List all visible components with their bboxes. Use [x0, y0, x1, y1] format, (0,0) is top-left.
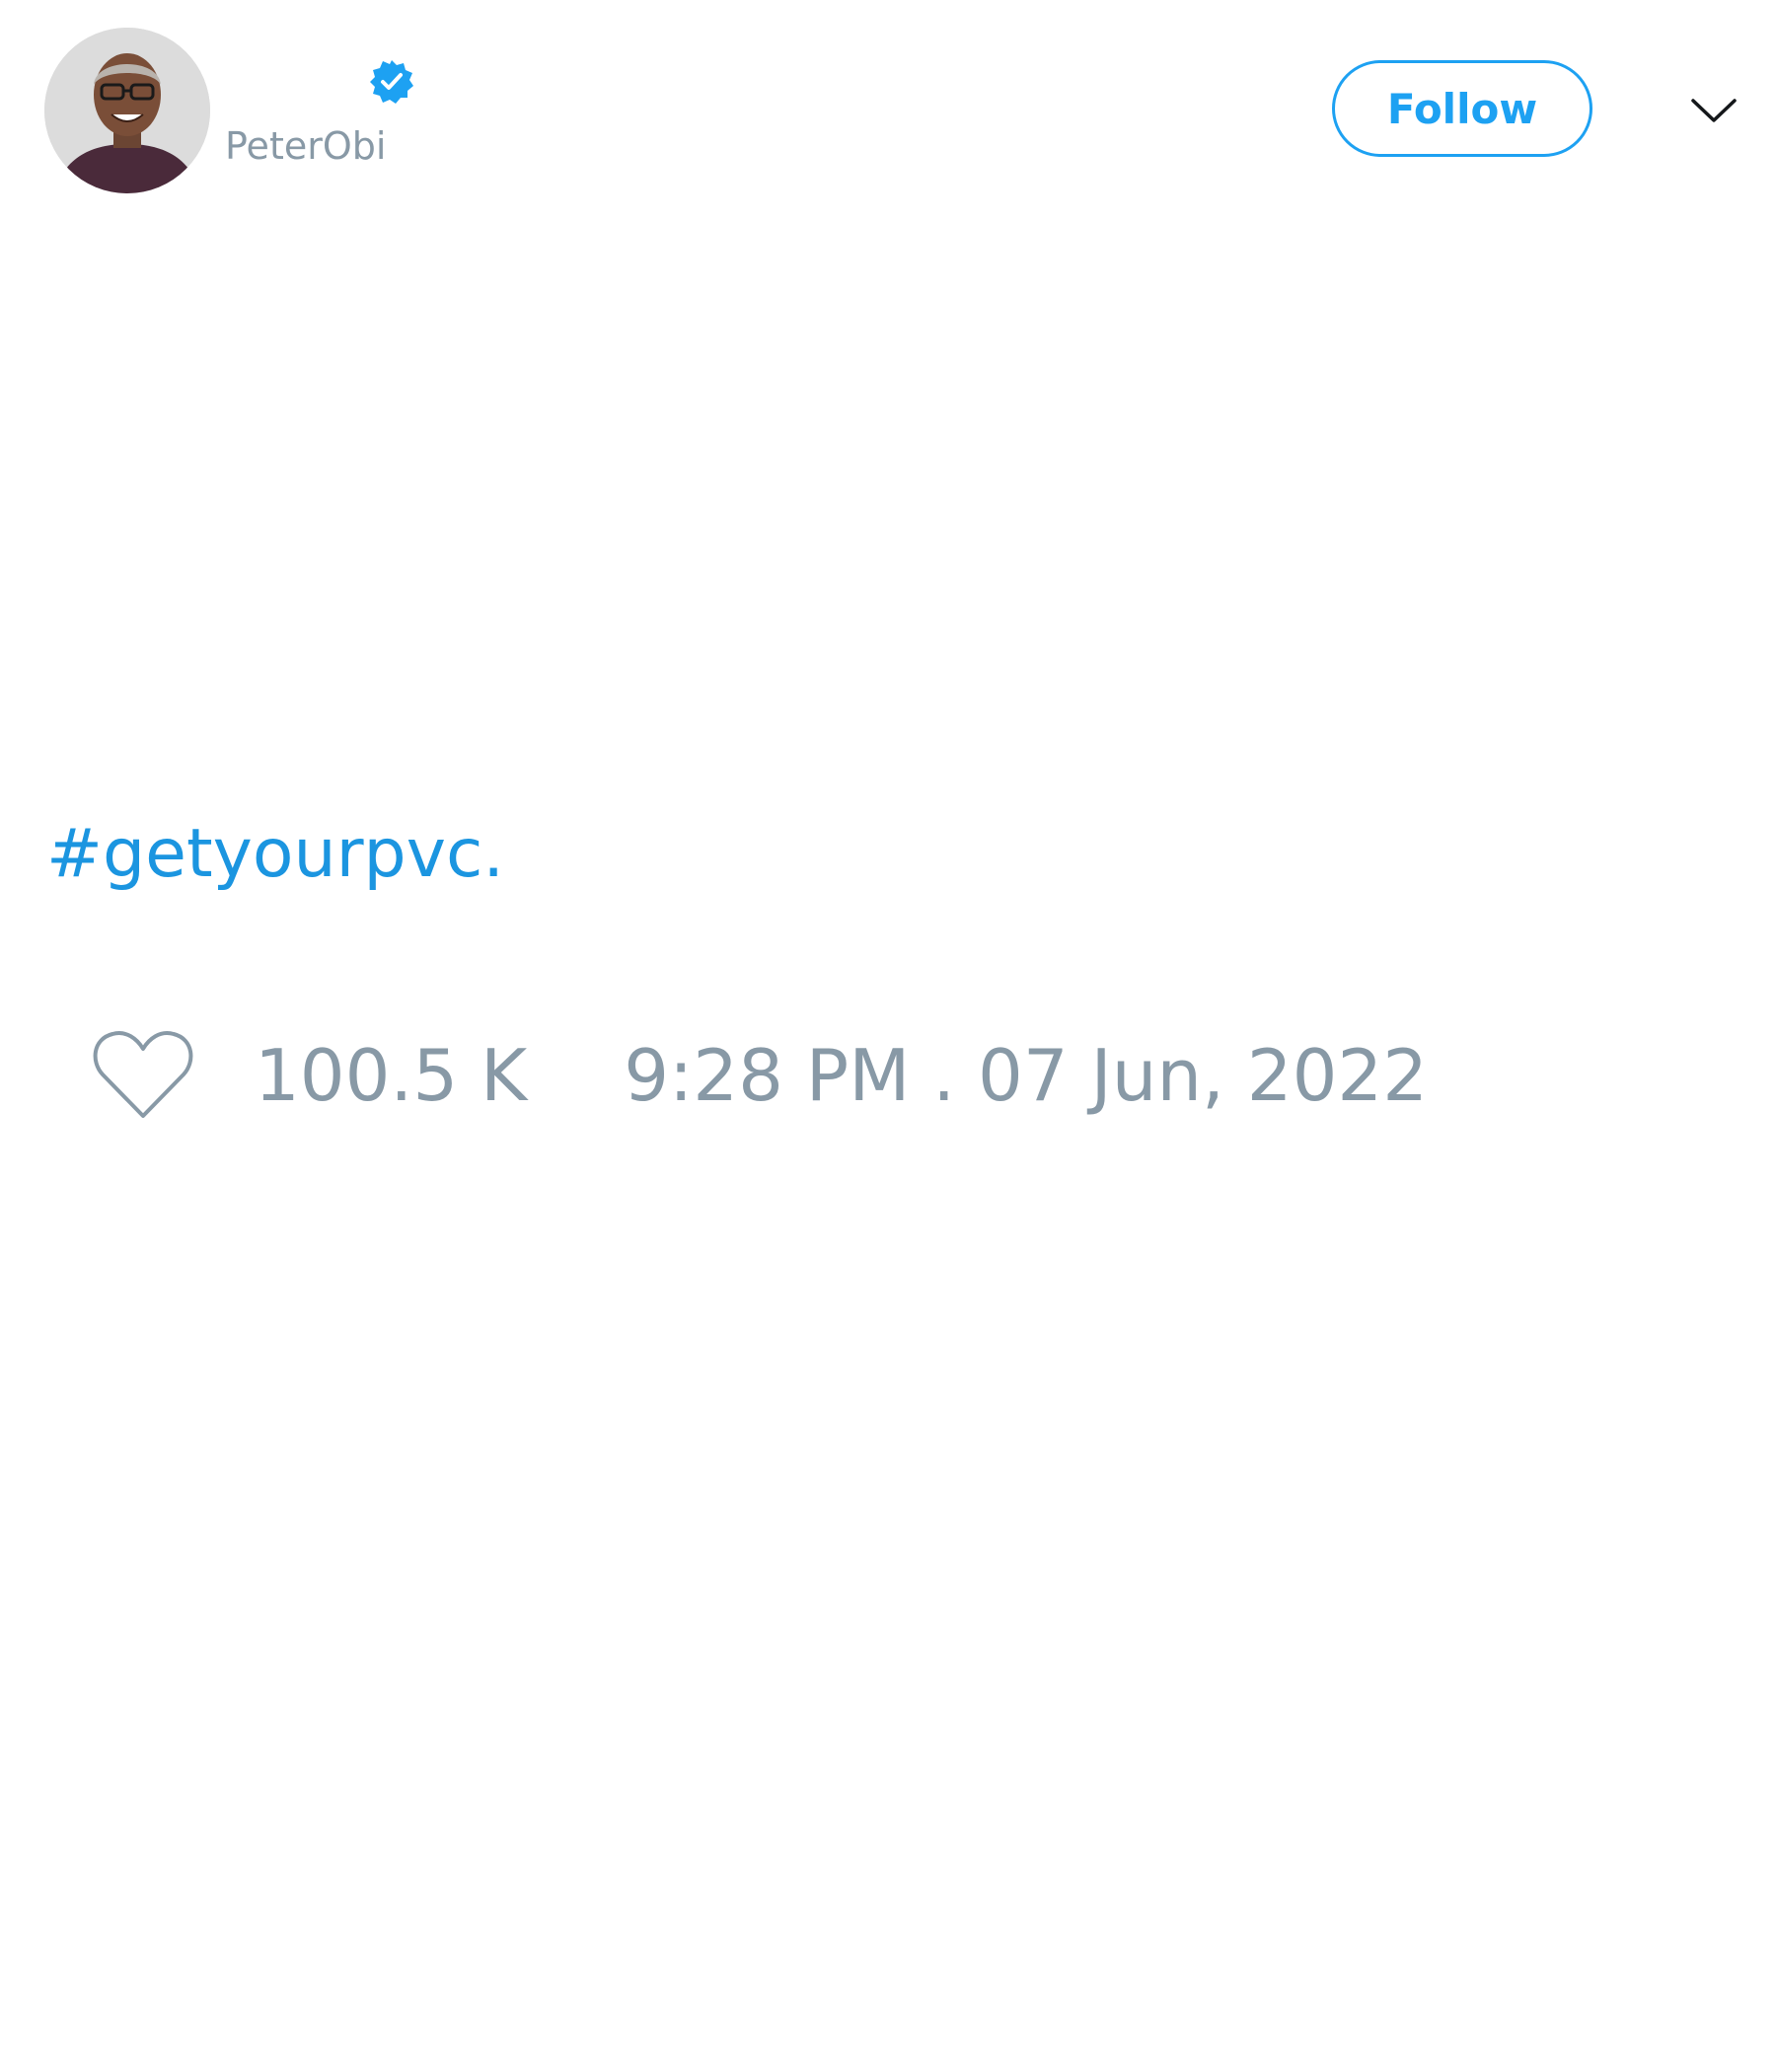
- heart-icon[interactable]: [91, 1029, 195, 1122]
- timestamp[interactable]: 9:28 PM . 07 Jun, 2022: [624, 1034, 1428, 1117]
- chevron-down-icon[interactable]: [1689, 89, 1739, 132]
- tweet-text[interactable]: #getyourpvc.: [46, 815, 504, 893]
- like-count: 100.5 K: [255, 1034, 528, 1117]
- avatar[interactable]: [44, 28, 210, 193]
- profile-photo-icon: [44, 28, 210, 193]
- tweet-footer: 100.5 K 9:28 PM . 07 Jun, 2022: [91, 1016, 1428, 1135]
- user-handle[interactable]: PeterObi: [225, 124, 386, 168]
- verified-badge-icon: [368, 58, 415, 106]
- follow-button[interactable]: Follow: [1332, 60, 1592, 157]
- name-row: [225, 54, 415, 110]
- tweet-card: PeterObi Follow #getyourpvc. 100.5 K 9:2…: [0, 0, 1776, 2072]
